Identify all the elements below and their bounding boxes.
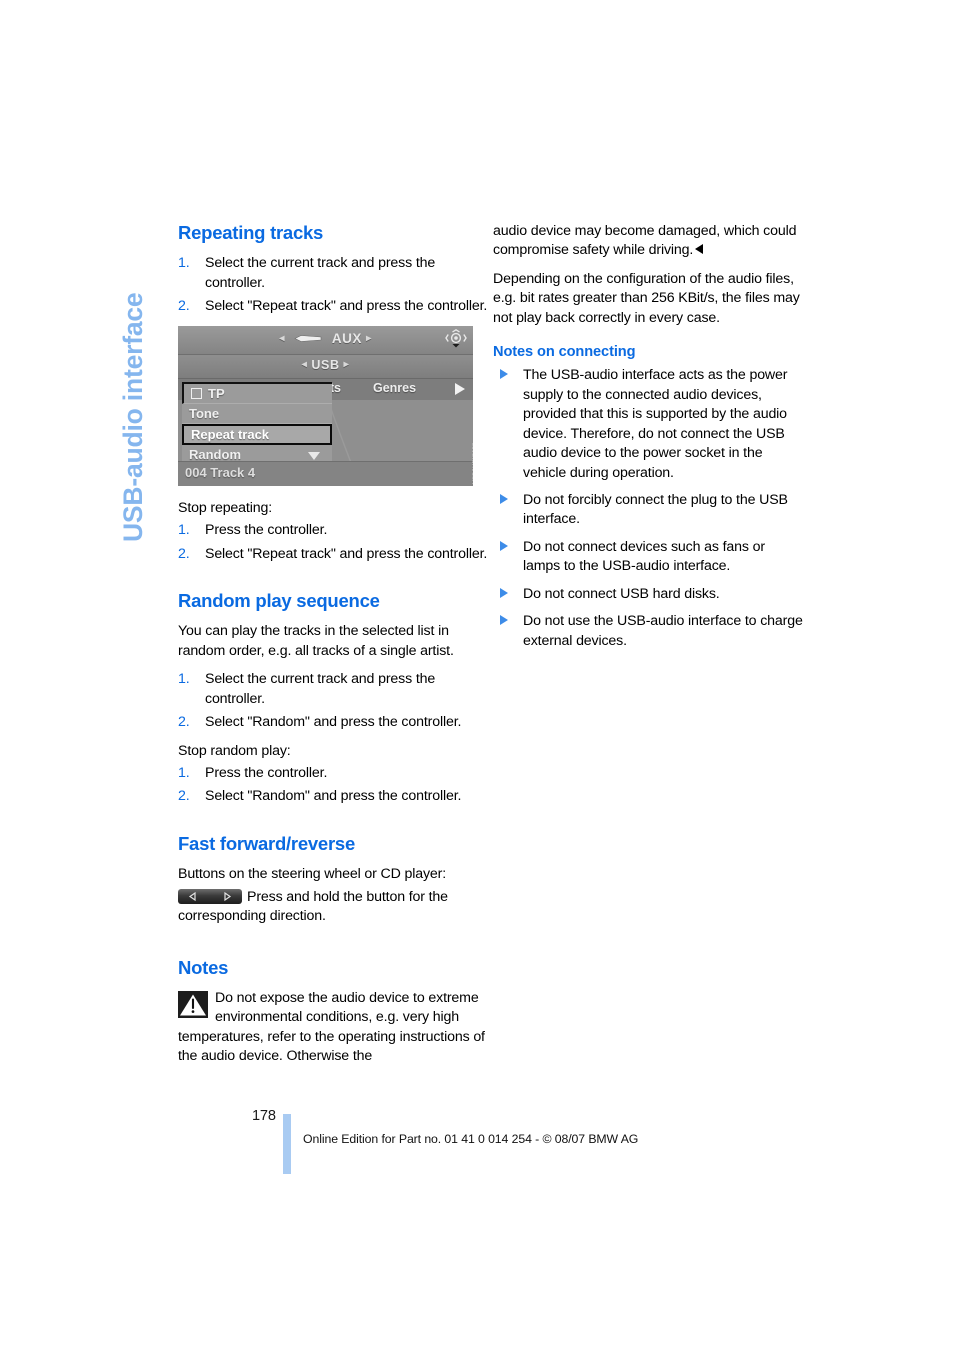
current-track-label: 004 Track 4 (185, 464, 256, 480)
page-number: 178 (252, 1108, 276, 1124)
idrive-usb-bar: ◂ USB ▸ (178, 354, 473, 379)
menu-item-tone: Tone (182, 404, 332, 424)
heading-fast-forward-reverse: Fast forward/reverse (178, 832, 356, 854)
list-item: 1. Press the controller. (178, 764, 490, 783)
step-text: Select "Random" and press the controller… (205, 714, 462, 731)
idrive-source-bar: ◂ AUX ▸ (178, 325, 473, 355)
stop-repeating-steps: 1. Press the controller. 2. Select "Repe… (178, 521, 490, 564)
menu-item-label: Repeat track (191, 426, 270, 442)
list-item: 1. Select the current track and press th… (178, 670, 490, 709)
heading-repeating-tracks: Repeating tracks (178, 222, 324, 243)
list-item-text: Do not use the USB-audio interface to ch… (523, 613, 803, 649)
step-number: 2. (178, 545, 190, 562)
heading-random-play-sequence: Random play sequence (178, 589, 380, 611)
step-text: Select "Repeat track" and press the cont… (205, 545, 488, 562)
triangle-bullet-icon (500, 369, 508, 380)
stop-repeating-label: Stop repeating: (178, 499, 272, 516)
list-item: Do not use the USB-audio interface to ch… (493, 612, 805, 651)
footer-accent-bar (283, 1114, 291, 1174)
list-item: 2. Select "Random" and press the control… (178, 787, 490, 806)
idrive-screenshot-figure: ◂ AUX ▸ ◂ USB ▸ Genres TP Tone Repeat tr… (178, 325, 473, 486)
menu-item-label: Tone (189, 405, 220, 421)
chevron-down-icon (308, 451, 320, 460)
step-number: 2. (178, 298, 190, 315)
chevron-left-icon: ◂ (279, 332, 285, 344)
chevron-right-icon: ▸ (366, 332, 372, 344)
list-item-text: Do not connect devices such as fans or l… (523, 538, 765, 575)
triangle-bullet-icon (500, 615, 508, 626)
right-column: audio device may become damaged, which c… (493, 222, 805, 659)
end-of-warning-marker-icon (695, 244, 704, 255)
stop-random-play-label: Stop random play: (178, 742, 291, 759)
triangle-bullet-icon (500, 587, 508, 598)
usb-plug-icon (293, 334, 323, 342)
idrive-source-label-row: ◂ AUX ▸ (178, 331, 473, 346)
step-number: 1. (178, 764, 190, 781)
step-number: 1. (178, 255, 190, 272)
warning-note-text: Do not expose the audio device to extrem… (178, 989, 485, 1065)
menu-item-tp: TP (182, 381, 332, 404)
random-play-intro: You can play the tracks in the selected … (178, 623, 454, 659)
random-play-steps: 1. Select the current track and press th… (178, 670, 490, 732)
list-item: 2. Select "Repeat track" and press the c… (178, 545, 490, 564)
heading-notes: Notes (178, 956, 229, 978)
list-item-text: The USB-audio interface acts as the powe… (523, 367, 788, 481)
joystick-icon (445, 328, 467, 351)
checkbox-icon (191, 387, 202, 399)
chevron-right-icon: ▸ (343, 358, 350, 370)
tab-genres: Genres (373, 380, 417, 395)
repeating-tracks-steps: 1. Select the current track and press th… (178, 254, 490, 316)
chapter-side-tab: USB-audio interface (118, 0, 160, 542)
footer-text: Online Edition for Part no. 01 41 0 014 … (303, 1132, 639, 1146)
stop-random-play-steps: 1. Press the controller. 2. Select "Rand… (178, 764, 490, 807)
menu-item-label: TP (208, 385, 225, 401)
idrive-context-menu: TP Tone Repeat track Random (182, 381, 332, 465)
menu-item-label: Random (189, 446, 241, 462)
warning-continuation: audio device may become damaged, which c… (493, 222, 805, 261)
fast-forward-instruction-block: Press and hold the button for the corres… (178, 888, 490, 927)
warning-continuation-text: audio device may become damaged, which c… (493, 223, 797, 259)
step-text: Press the controller. (205, 522, 328, 539)
idrive-status-bar: 004 Track 4 (178, 460, 473, 486)
list-item-text: Do not forcibly connect the plug to the … (523, 491, 788, 528)
step-number: 2. (178, 714, 190, 731)
menu-item-repeat-track: Repeat track (182, 423, 332, 445)
step-number: 1. (178, 522, 190, 539)
chevron-right-icon (455, 382, 465, 395)
list-item: 1. Select the current track and press th… (178, 254, 490, 293)
idrive-usb-name: USB (311, 357, 340, 372)
triangle-bullet-icon (500, 493, 508, 504)
list-item: Do not forcibly connect the plug to the … (493, 491, 805, 530)
fast-forward-intro: Buttons on the steering wheel or CD play… (178, 866, 446, 883)
idrive-usb-label-row: ◂ USB ▸ (178, 358, 473, 372)
list-item-text: Do not connect USB hard disks. (523, 585, 720, 602)
step-text: Press the controller. (205, 764, 328, 781)
chapter-side-tab-label: USB-audio interface (118, 292, 148, 542)
bitrate-note: Depending on the configuration of the au… (493, 270, 800, 326)
list-item: 2. Select "Random" and press the control… (178, 713, 490, 732)
list-item: 2. Select "Repeat track" and press the c… (178, 297, 490, 316)
notes-on-connecting-list: The USB-audio interface acts as the powe… (493, 366, 805, 651)
step-text: Select "Repeat track" and press the cont… (205, 298, 488, 315)
step-text: Select "Random" and press the controller… (205, 788, 462, 805)
figure-reference-code: USBAUDIO123 (472, 414, 473, 484)
step-text: Select the current track and press the c… (205, 255, 436, 291)
chevron-left-icon: ◂ (301, 358, 308, 370)
step-number: 1. (178, 671, 190, 688)
manual-page: USB-audio interface Repeating tracks 1. … (0, 0, 954, 1350)
idrive-source-name: AUX (331, 330, 362, 346)
left-column: Repeating tracks 1. Select the current t… (178, 222, 490, 1067)
list-item: Do not connect USB hard disks. (493, 585, 805, 604)
list-item: 1. Press the controller. (178, 521, 490, 540)
warning-triangle-icon (178, 990, 208, 1018)
step-text: Select the current track and press the c… (205, 671, 436, 707)
warning-note: Do not expose the audio device to extrem… (178, 989, 490, 1067)
triangle-bullet-icon (500, 540, 508, 551)
rocker-switch-icon (178, 888, 242, 904)
heading-notes-on-connecting: Notes on connecting (493, 344, 636, 361)
list-item: The USB-audio interface acts as the powe… (493, 366, 805, 483)
list-item: Do not connect devices such as fans or l… (493, 538, 805, 577)
step-number: 2. (178, 788, 190, 805)
